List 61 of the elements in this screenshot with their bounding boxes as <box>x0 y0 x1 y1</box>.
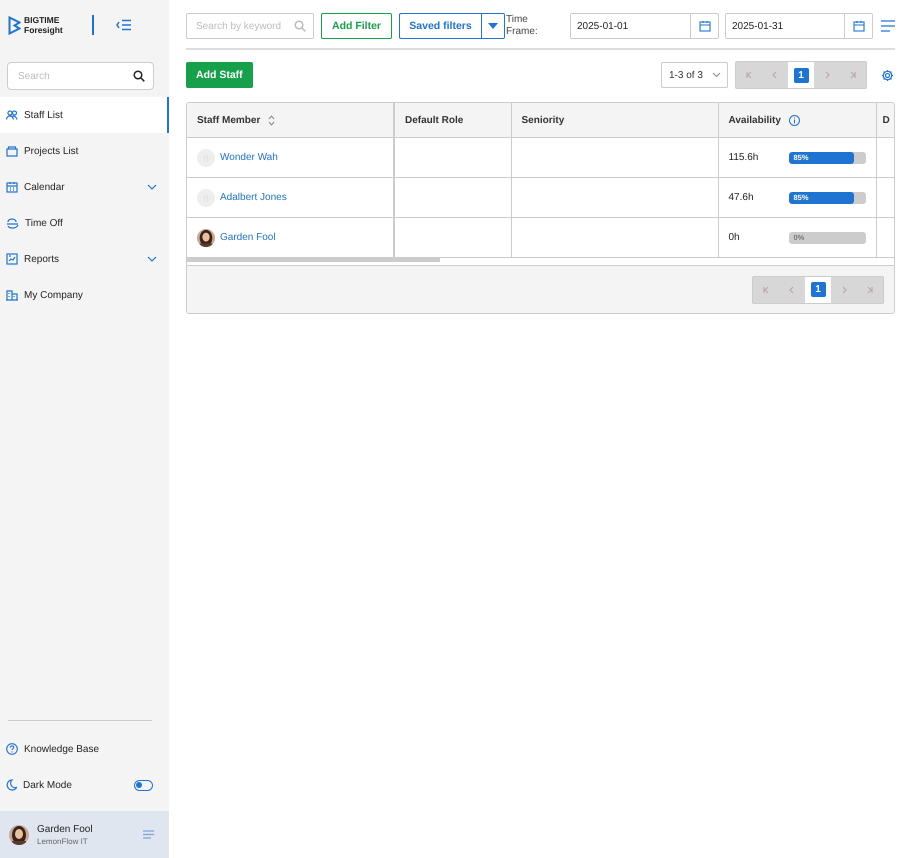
people-icon <box>6 110 18 120</box>
toggle-switch[interactable] <box>134 780 153 790</box>
nav-item[interactable]: Staff List <box>0 97 169 133</box>
menu-icon[interactable] <box>143 830 154 839</box>
staff-name-link[interactable]: Wonder Wah <box>220 152 278 163</box>
building-icon <box>6 289 18 301</box>
column-header: Default Role <box>405 114 464 126</box>
start-date-field[interactable]: 2025-01-01 <box>570 13 719 39</box>
info-icon[interactable] <box>788 114 800 126</box>
search-icon <box>133 70 145 82</box>
column-header[interactable]: Staff Member <box>197 114 260 126</box>
scrollbar-thumb[interactable] <box>187 258 440 262</box>
logo-icon <box>8 16 21 34</box>
page-button[interactable]: 1 <box>810 282 826 297</box>
toggle-label: Dark Mode <box>23 780 73 790</box>
avatar-icon <box>197 148 215 166</box>
cloud-icon <box>6 218 19 228</box>
search-input[interactable]: Search <box>16 70 133 82</box>
hours-text: 47.6h <box>728 192 755 203</box>
search-icon <box>294 20 306 32</box>
calendar-icon[interactable] <box>698 20 710 32</box>
report-icon <box>6 253 18 265</box>
chevron-down-icon <box>712 72 721 78</box>
chevron-down-icon[interactable] <box>147 256 157 262</box>
page-button[interactable]: 1 <box>794 68 808 82</box>
nav-item[interactable]: My Company <box>0 277 169 313</box>
settings-icon[interactable] <box>881 68 894 82</box>
page-size-dropdown[interactable]: 1-3 of 3 <box>661 62 728 88</box>
keyword-search-field[interactable]: Search by keyword <box>186 13 314 39</box>
column-header: Availability <box>728 114 781 126</box>
collapse-menu-icon[interactable] <box>116 19 132 31</box>
time-frame-label: Time Frame: <box>506 14 539 38</box>
nav-item[interactable]: Time Off <box>0 205 169 241</box>
calendar-icon[interactable] <box>852 20 864 32</box>
folder-icon <box>6 145 18 157</box>
chevron-down-icon[interactable] <box>147 184 157 190</box>
menu-icon[interactable] <box>881 20 895 32</box>
search-field[interactable]: Search <box>7 62 154 90</box>
logo-subtitle: Foresight <box>24 25 63 35</box>
calendar-icon <box>6 181 18 193</box>
staff-name-link[interactable]: Adalbert Jones <box>220 192 287 203</box>
hours-text: 115.6h <box>728 152 760 163</box>
help-icon <box>6 743 18 755</box>
hours-text: 0h <box>728 232 741 243</box>
saved-filters-button[interactable]: Saved filters <box>399 13 481 39</box>
nav-item[interactable]: Projects List <box>0 133 169 169</box>
nav-item[interactable]: Reports <box>0 241 169 277</box>
staff-name-link[interactable]: Garden Fool <box>220 232 276 243</box>
caret-down-icon <box>488 23 498 29</box>
company-name: LemonFlow IT <box>37 836 89 846</box>
end-date-field[interactable]: 2025-01-31 <box>725 13 873 39</box>
avatar-icon <box>197 188 215 206</box>
nav-item[interactable]: Knowledge Base <box>0 731 169 767</box>
moon-icon <box>6 779 17 791</box>
column-header: D <box>882 114 890 126</box>
column-header: Seniority <box>522 114 564 126</box>
nav-item[interactable]: Calendar <box>0 169 169 205</box>
sort-icon[interactable] <box>268 114 276 126</box>
dropdown-toggle[interactable] <box>481 13 505 39</box>
user-name: Garden Fool <box>37 824 94 834</box>
logo-text: BIGTIME <box>24 15 60 25</box>
